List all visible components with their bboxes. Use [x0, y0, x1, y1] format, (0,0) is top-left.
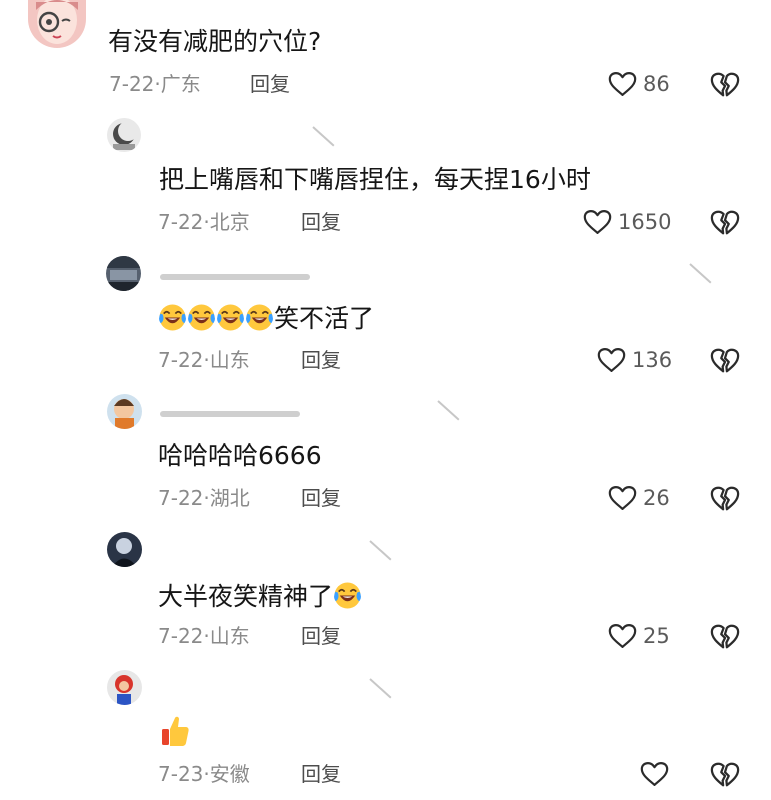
comment-text: 笑不活了	[158, 303, 374, 332]
username-blur	[369, 540, 392, 561]
like-button[interactable]: 136	[597, 347, 672, 373]
like-count: 136	[632, 347, 673, 372]
avatar-moon-image	[107, 118, 141, 152]
reply-button[interactable]: 回复	[301, 212, 341, 232]
comment-date: 7-22	[109, 72, 155, 96]
avatar-dark-image	[107, 532, 142, 567]
reply-button[interactable]: 回复	[250, 74, 290, 94]
username-blur	[437, 400, 460, 421]
comment-date: 7-22	[158, 210, 204, 234]
laughing-crying-emoji-icon	[216, 303, 245, 332]
comment-location: 安徽	[209, 762, 250, 786]
avatar-girl-image	[28, 0, 86, 48]
dislike-button[interactable]	[710, 71, 740, 99]
like-button[interactable]: 86	[608, 71, 670, 97]
broken-heart-icon	[710, 71, 740, 99]
laughing-crying-emoji-icon	[333, 581, 362, 610]
username-blur	[160, 411, 300, 417]
reply-button[interactable]: 回复	[301, 764, 341, 784]
broken-heart-icon	[710, 485, 740, 513]
laughing-crying-emoji-icon	[187, 303, 216, 332]
comment-location: 山东	[209, 348, 250, 372]
username-blur	[369, 678, 392, 699]
avatar-cartoon-image	[107, 394, 142, 429]
broken-heart-icon	[710, 761, 740, 789]
comment-location: 北京	[209, 210, 250, 234]
avatar[interactable]	[107, 670, 142, 705]
comment-meta: 7-22·山东	[158, 348, 250, 372]
username-blur	[160, 274, 310, 280]
broken-heart-icon	[710, 347, 740, 375]
reply-button[interactable]: 回复	[301, 488, 341, 508]
username-blur	[689, 263, 712, 284]
like-button[interactable]: 25	[608, 623, 670, 649]
comment-text-content: 大半夜笑精神了	[158, 582, 334, 611]
broken-heart-icon	[710, 623, 740, 651]
like-button[interactable]: 26	[608, 485, 670, 511]
dislike-button[interactable]	[710, 347, 740, 375]
heart-outline-icon	[608, 71, 637, 97]
comment-text	[160, 715, 190, 751]
heart-outline-icon	[608, 485, 637, 511]
comment-date: 7-22	[158, 486, 204, 510]
avatar[interactable]	[106, 256, 141, 291]
avatar[interactable]	[107, 532, 142, 567]
reply-button[interactable]: 回复	[301, 626, 341, 646]
reply-button[interactable]: 回复	[301, 350, 341, 370]
comment-date: 7-23	[158, 762, 204, 786]
comment-text: 大半夜笑精神了	[158, 581, 362, 610]
comment-meta: 7-23·安徽	[158, 762, 250, 786]
comment-text: 有没有减肥的穴位?	[108, 27, 322, 56]
laughing-crying-emoji-icon	[158, 303, 187, 332]
comment-meta: 7-22·北京	[158, 210, 250, 234]
dislike-button[interactable]	[710, 209, 740, 237]
heart-outline-icon	[583, 209, 612, 235]
comment-meta: 7-22·广东	[109, 72, 201, 96]
avatar[interactable]	[107, 118, 141, 152]
avatar[interactable]	[28, 0, 86, 48]
avatar-photo-image	[106, 256, 141, 291]
broken-heart-icon	[710, 209, 740, 237]
heart-outline-icon	[640, 761, 669, 787]
avatar-character-image	[107, 670, 142, 705]
like-count: 1650	[618, 209, 672, 234]
comment-meta: 7-22·山东	[158, 624, 250, 648]
laughing-crying-emoji-icon	[245, 303, 274, 332]
dislike-button[interactable]	[710, 623, 740, 651]
dislike-button[interactable]	[710, 761, 740, 789]
avatar[interactable]	[107, 394, 142, 429]
comment-date: 7-22	[158, 348, 204, 372]
comment-location: 湖北	[209, 486, 250, 510]
comment-location: 山东	[209, 624, 250, 648]
like-button[interactable]: 1650	[583, 209, 671, 235]
heart-outline-icon	[597, 347, 626, 373]
like-count: 86	[643, 71, 670, 96]
heart-outline-icon	[608, 623, 637, 649]
like-count: 26	[643, 485, 670, 510]
comment-text: 哈哈哈哈6666	[158, 441, 322, 470]
comment-text: 把上嘴唇和下嘴唇捏住，每天捏16小时	[159, 165, 591, 194]
like-button[interactable]	[640, 761, 675, 787]
comment-meta: 7-22·湖北	[158, 486, 250, 510]
username-blur	[312, 126, 335, 147]
thumbs-up-emoji-icon	[160, 715, 190, 747]
comment-date: 7-22	[158, 624, 204, 648]
comment-text-content: 笑不活了	[274, 304, 375, 333]
dislike-button[interactable]	[710, 485, 740, 513]
comment-location: 广东	[160, 72, 201, 96]
like-count: 25	[643, 623, 670, 648]
